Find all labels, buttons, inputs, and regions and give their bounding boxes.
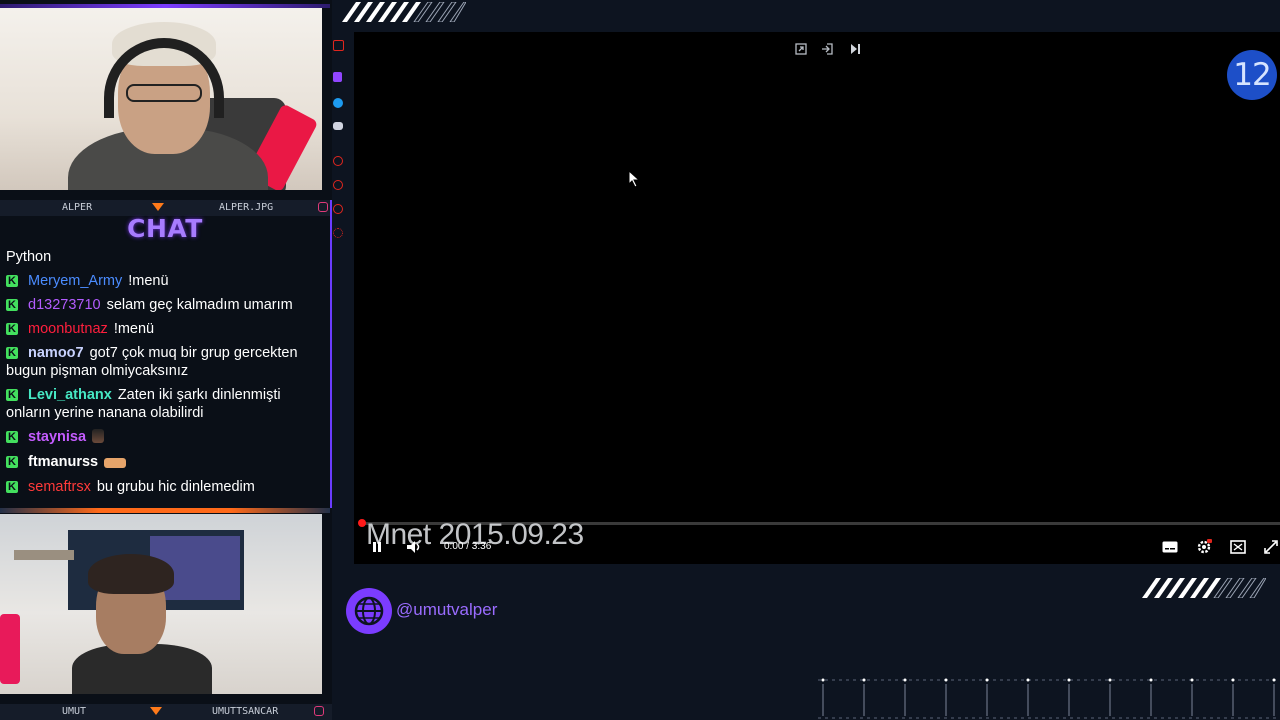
chat-message: Kd13273710 selam geç kalmadım umarım [6,296,324,314]
stripe-decoration [342,2,466,22]
chat-username[interactable]: namoo7 [28,345,84,361]
popout-icon[interactable] [794,43,808,57]
chat-username[interactable]: moonbutnaz [28,321,108,337]
progress-handle[interactable] [358,519,366,527]
fullscreen-icon[interactable] [1264,540,1278,554]
chat-text: !menü [128,273,169,289]
instagram-icon [314,706,324,716]
kick-badge-icon: K [6,431,18,443]
video-player[interactable]: Mnet 2015.09.23 0:00 / 3:36 [354,32,1280,564]
settings-gear-icon[interactable] [1196,539,1212,555]
chat-message: K Meryem_Army !menü [6,272,324,290]
triangle-icon [150,707,162,715]
clock-icon[interactable] [333,180,343,190]
youtube-icon[interactable] [333,40,344,51]
webcam-bottom-name-right: UMUTTSANCAR [212,706,279,717]
chat-message: Knamoo7 got7 çok muq bir grup gercekten b… [6,344,324,380]
chat-username[interactable]: ftmanurss [28,454,98,470]
instagram-icon [318,202,328,212]
donate-icon[interactable] [333,204,343,214]
webcam-top-name-left: ALPER [62,202,93,213]
glasses-icon [126,84,202,102]
webcam-bottom-name-left: UMUT [62,706,87,717]
viewer-count-badge: 12 [1227,50,1277,100]
triangle-icon [152,203,164,211]
player-bottom-controls: 0:00 / 3:36 [354,536,1280,558]
webcam-bottom [0,514,322,694]
discord-icon[interactable] [333,122,343,130]
chat-title: CHAT [127,214,203,243]
kick-badge-icon: K [6,347,18,359]
kick-badge-icon: K [6,299,18,311]
kick-badge-icon: K [6,389,18,401]
handshake-emote-icon [104,458,127,468]
chat-username[interactable]: Meryem_Army [28,273,122,289]
pause-icon[interactable] [370,540,384,554]
webcam-top [0,8,322,190]
tiktok-icon[interactable] [333,156,343,166]
chat-username[interactable]: semaftrsx [28,479,91,495]
webcam-bottom-nameplate: UMUT UMUTTSANCAR [0,704,332,720]
chat-username[interactable]: staynisa [28,429,86,445]
chat-username[interactable]: d13273710 [28,297,101,313]
chat-text: bu grubu hic dinlemedim [96,479,255,495]
chat-message: Ksemaftrsx bu grubu hic dinlemedim [6,478,324,496]
settings-icon[interactable] [333,228,343,238]
webcam-top-name-right: ALPER.JPG [219,202,274,213]
chat-intro-text: Python [6,249,52,265]
chat-text: selam geç kalmadım umarım [106,297,293,313]
kick-badge-icon: K [6,481,18,493]
dotted-decoration [818,678,1280,719]
stripe-decoration [1142,578,1266,598]
emote-icon [92,429,105,443]
chat-border [330,200,332,508]
kick-badge-icon: K [6,275,18,287]
miniplayer-icon[interactable] [1230,540,1246,554]
twitch-icon[interactable] [333,72,342,82]
subtitles-icon[interactable] [1162,540,1178,554]
webcam-person-hair [88,554,174,594]
chat-message: Kmoonbutnaz !menü [6,320,324,338]
left-column: ALPER ALPER.JPG CHAT Python K Meryem_Army… [0,0,332,720]
chat-intro-line: Python [6,248,324,266]
kick-badge-icon: K [6,456,18,468]
skip-next-icon[interactable] [848,43,862,57]
twitter-icon[interactable] [333,98,343,108]
globe-icon[interactable] [346,588,392,634]
kick-badge-icon: K [6,323,18,335]
time-display: 0:00 / 3:36 [444,541,492,552]
chat-text: !menü [113,321,155,337]
chat-message: Kftmanurss [6,453,324,471]
mouse-cursor-icon [628,170,640,188]
social-handle[interactable]: @umutvalper [396,600,497,620]
webcam-bottom-frame [0,508,330,513]
enter-icon[interactable] [820,43,834,57]
chat-username[interactable]: Levi_athanx [28,387,112,403]
shelf [14,550,74,560]
chat-message: Kstaynisa [6,428,324,446]
chat-message: K Levi_athanx Zaten iki şarkı dinlenmişti … [6,386,324,422]
red-microphone [0,614,20,684]
volume-icon[interactable] [406,540,424,554]
